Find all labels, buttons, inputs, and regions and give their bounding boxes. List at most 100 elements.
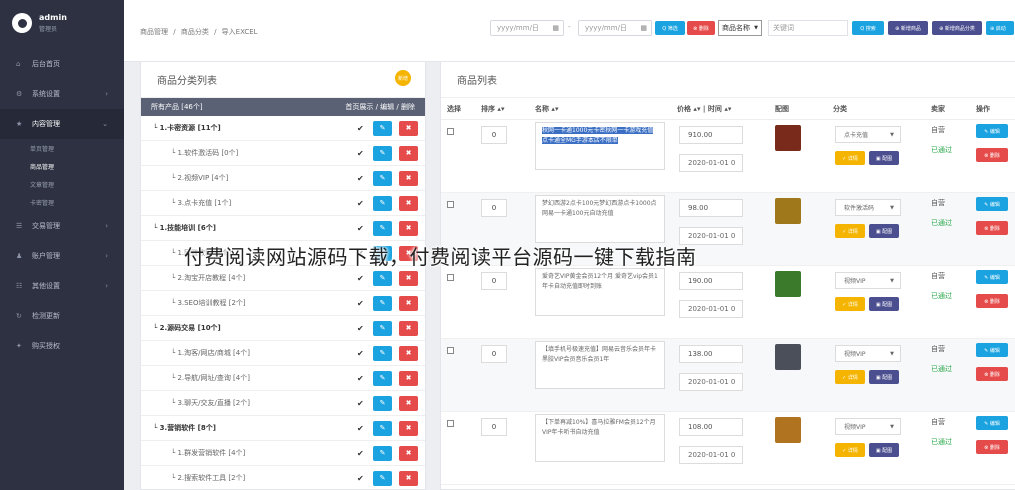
end-date-input[interactable]: yyyy/mm/日 ▦ [578, 20, 652, 36]
delete-button[interactable]: ✖ [399, 420, 418, 436]
delete-button[interactable]: ✖ [399, 320, 418, 336]
edit-button[interactable]: ✎ [373, 320, 392, 336]
check-circle-icon[interactable]: ✔ [357, 349, 364, 358]
image-button[interactable]: ▣ 配图 [869, 297, 899, 311]
product-thumbnail[interactable] [775, 125, 801, 151]
product-thumbnail[interactable] [775, 344, 801, 370]
check-circle-icon[interactable]: ✔ [357, 474, 364, 483]
delete-button[interactable]: ✖ [399, 395, 418, 411]
delete-product-button[interactable]: ⊗ 删除 [976, 221, 1008, 235]
date-input[interactable]: 2020-01-01 0 [679, 373, 743, 391]
edit-button[interactable]: ✎ [373, 370, 392, 386]
sidebar-subitem[interactable]: 单页管理 [0, 139, 124, 157]
edit-button[interactable]: ✎ [373, 170, 392, 186]
product-name-textarea[interactable]: 梦幻西游2点卡100元梦幻西游点卡1000点网易一卡通100元自动充值 [535, 195, 665, 243]
delete-button[interactable]: ✖ [399, 220, 418, 236]
check-circle-icon[interactable]: ✔ [357, 124, 364, 133]
extra-button[interactable]: ⊕ 启动 [986, 21, 1014, 35]
price-input[interactable]: 108.00 [679, 418, 743, 436]
breadcrumb-import-excel[interactable]: 导入EXCEL [222, 28, 258, 36]
category-select[interactable]: 视频VIP ▼ [835, 272, 901, 289]
breadcrumb-category[interactable]: 商品分类 [181, 28, 209, 36]
delete-product-button[interactable]: ⊗ 删除 [976, 440, 1008, 454]
edit-button[interactable]: ✎ [373, 295, 392, 311]
edit-button[interactable]: ✎ [373, 395, 392, 411]
detail-button[interactable]: ✓ 详情 [835, 297, 865, 311]
delete-selected-button[interactable]: ⊗ 删除 [687, 21, 715, 35]
sidebar-subitem[interactable]: 文章管理 [0, 175, 124, 193]
delete-button[interactable]: ✖ [399, 295, 418, 311]
sidebar-item-3[interactable]: ★ 内容管理 ⌄ [0, 109, 124, 139]
sort-input[interactable]: 0 [481, 418, 507, 436]
detail-button[interactable]: ✓ 详情 [835, 370, 865, 384]
check-circle-icon[interactable]: ✔ [357, 224, 364, 233]
delete-button[interactable]: ✖ [399, 170, 418, 186]
check-circle-icon[interactable]: ✔ [357, 274, 364, 283]
search-field-select[interactable]: 商品名称 ▼ [718, 20, 762, 36]
row-checkbox[interactable] [447, 201, 454, 208]
delete-product-button[interactable]: ⊗ 删除 [976, 294, 1008, 308]
price-input[interactable]: 910.00 [679, 126, 743, 144]
check-circle-icon[interactable]: ✔ [357, 174, 364, 183]
delete-button[interactable]: ✖ [399, 470, 418, 486]
image-button[interactable]: ▣ 配图 [869, 224, 899, 238]
image-button[interactable]: ▣ 配图 [869, 370, 899, 384]
sidebar-subitem[interactable]: 商品管理 [0, 157, 124, 175]
delete-button[interactable]: ✖ [399, 145, 418, 161]
category-select[interactable]: 视频VIP ▼ [835, 345, 901, 362]
category-select[interactable]: 点卡充值 ▼ [835, 126, 901, 143]
date-input[interactable]: 2020-01-01 0 [679, 154, 743, 172]
add-category-button[interactable]: ⊕ 新增商品分类 [932, 21, 982, 35]
row-checkbox[interactable] [447, 274, 454, 281]
name-column[interactable]: 名称 ▴▾ [535, 104, 558, 114]
sidebar-item-5[interactable]: ♟ 账户管理 › [0, 241, 124, 271]
row-checkbox[interactable] [447, 347, 454, 354]
row-checkbox[interactable] [447, 128, 454, 135]
price-input[interactable]: 138.00 [679, 345, 743, 363]
edit-product-button[interactable]: ✎ 编辑 [976, 197, 1008, 211]
edit-button[interactable]: ✎ [373, 445, 392, 461]
check-circle-icon[interactable]: ✔ [357, 374, 364, 383]
product-name-textarea[interactable]: 爱奇艺VIP黄金会员12个月 爱奇艺vip会员1年卡自动充值即时到账 [535, 268, 665, 316]
keyword-input[interactable]: 关键词 [768, 20, 848, 36]
delete-product-button[interactable]: ⊗ 删除 [976, 148, 1008, 162]
edit-product-button[interactable]: ✎ 编辑 [976, 270, 1008, 284]
delete-button[interactable]: ✖ [399, 270, 418, 286]
check-circle-icon[interactable]: ✔ [357, 299, 364, 308]
check-circle-icon[interactable]: ✔ [357, 399, 364, 408]
calendar-icon[interactable]: ▦ [640, 24, 647, 32]
edit-button[interactable]: ✎ [373, 345, 392, 361]
delete-button[interactable]: ✖ [399, 120, 418, 136]
check-circle-icon[interactable]: ✔ [357, 199, 364, 208]
avatar[interactable] [12, 13, 32, 33]
date-input[interactable]: 2020-01-01 0 [679, 300, 743, 318]
sort-input[interactable]: 0 [481, 199, 507, 217]
check-circle-icon[interactable]: ✔ [357, 324, 364, 333]
delete-button[interactable]: ✖ [399, 345, 418, 361]
edit-button[interactable]: ✎ [373, 470, 392, 486]
sidebar-item-2[interactable]: ⚙ 系统设置 › [0, 79, 124, 109]
price-input[interactable]: 98.00 [679, 199, 743, 217]
sidebar-item-6[interactable]: ☷ 其他设置 › [0, 271, 124, 301]
edit-button[interactable]: ✎ [373, 145, 392, 161]
image-button[interactable]: ▣ 配图 [869, 443, 899, 457]
add-product-button[interactable]: ⊕ 新增商品 [888, 21, 928, 35]
product-thumbnail[interactable] [775, 417, 801, 443]
edit-button[interactable]: ✎ [373, 270, 392, 286]
edit-button[interactable]: ✎ [373, 195, 392, 211]
sidebar-item-4[interactable]: ☰ 交易管理 › [0, 211, 124, 241]
category-select[interactable]: 视频VIP ▼ [835, 418, 901, 435]
price-time-column[interactable]: 价格 ▴▾ | 时间 ▴▾ [677, 104, 731, 114]
check-circle-icon[interactable]: ✔ [357, 424, 364, 433]
delete-product-button[interactable]: ⊗ 删除 [976, 367, 1008, 381]
calendar-icon[interactable]: ▦ [552, 24, 559, 32]
sort-input[interactable]: 0 [481, 345, 507, 363]
product-name-textarea[interactable]: 秋网一卡通1000元卡密秋网一卡游戏充值点卡通全MG手游本店不限单 [535, 122, 665, 170]
filter-button[interactable]: Q 筛选 [655, 21, 685, 35]
sidebar-item-8[interactable]: ✦ 购买授权 [0, 331, 124, 361]
check-circle-icon[interactable]: ✔ [357, 149, 364, 158]
add-category-badge[interactable]: 新增 [395, 70, 411, 86]
sort-column[interactable]: 排序 ▴▾ [481, 104, 504, 114]
delete-button[interactable]: ✖ [399, 370, 418, 386]
delete-button[interactable]: ✖ [399, 445, 418, 461]
